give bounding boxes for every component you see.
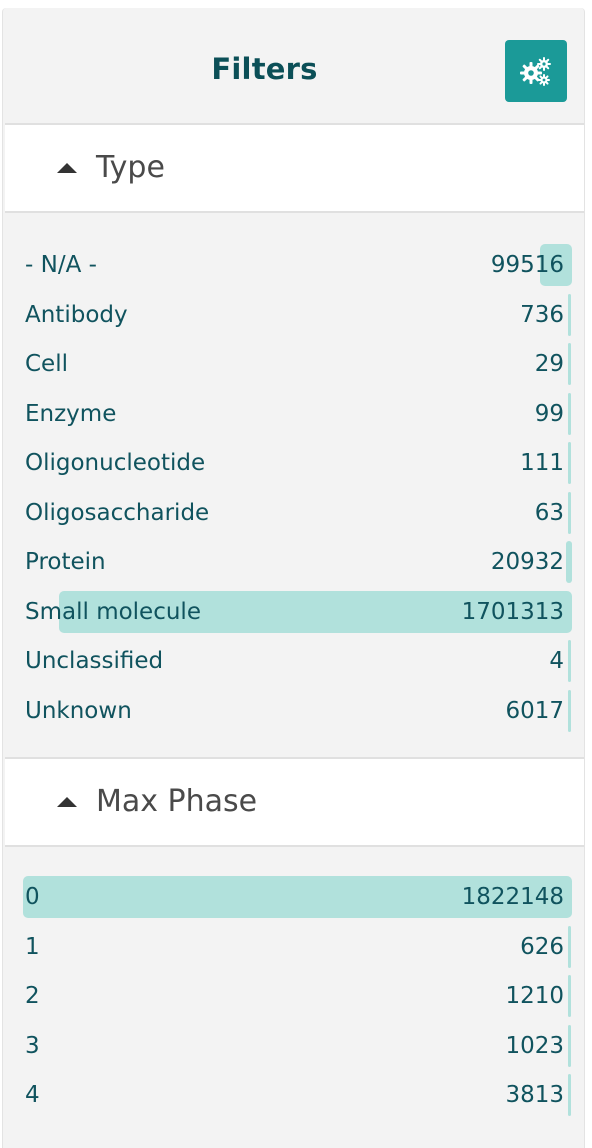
facet-count-bar [568, 294, 571, 336]
facet-count: 626 [520, 934, 564, 960]
section-title: Max Phase [96, 784, 258, 819]
section-title: Type [96, 150, 165, 185]
facet-count: 4 [549, 648, 564, 674]
facet-count: 6017 [505, 698, 564, 724]
facet-row[interactable]: 4 3813 [3, 1072, 584, 1118]
filters-panel: Filters Type - N/A - 99516 Antibody 736 … [2, 8, 585, 1148]
facet-label: 4 [25, 1082, 40, 1108]
facet-label: 3 [25, 1033, 40, 1059]
facet-count-bar [568, 1025, 571, 1067]
facet-row[interactable]: Enzyme 99 [3, 391, 584, 437]
facet-count-bar [568, 492, 571, 534]
facet-row[interactable]: 0 1822148 [3, 874, 584, 920]
facet-label: Unclassified [25, 648, 164, 674]
facet-row[interactable]: Protein 20932 [3, 539, 584, 585]
facet-row[interactable]: Antibody 736 [3, 292, 584, 338]
facet-count: 3813 [505, 1082, 564, 1108]
facet-count: 99516 [490, 252, 564, 278]
facet-row[interactable]: 1 626 [3, 924, 584, 970]
facet-count: 1701313 [461, 599, 564, 625]
facet-count: 63 [534, 500, 564, 526]
facet-count-bar [568, 640, 571, 682]
facet-row[interactable]: Oligonucleotide 111 [3, 440, 584, 486]
facet-label: Enzyme [25, 401, 117, 427]
filters-title: Filters [211, 52, 318, 86]
facet-count: 29 [534, 351, 564, 377]
facet-label: Oligosaccharide [25, 500, 210, 526]
facet-row[interactable]: 2 1210 [3, 973, 584, 1019]
facet-label: Small molecule [25, 599, 201, 625]
gears-icon [520, 57, 551, 86]
facet-count: 111 [520, 450, 564, 476]
caret-up-icon [57, 797, 77, 807]
facet-row[interactable]: Unclassified 4 [3, 638, 584, 684]
facet-row[interactable]: Small molecule 1701313 [3, 589, 584, 635]
facet-row[interactable]: Oligosaccharide 63 [3, 490, 584, 536]
caret-up-icon [57, 163, 77, 173]
facet-count-bar [568, 343, 571, 385]
facet-label: Protein [25, 549, 106, 575]
filters-header: Filters [3, 8, 584, 123]
facet-count: 1023 [505, 1033, 564, 1059]
filter-settings-button[interactable] [505, 40, 567, 102]
facet-row[interactable]: Cell 29 [3, 341, 584, 387]
facet-count-bar [568, 975, 571, 1017]
facet-count: 1822148 [461, 884, 564, 910]
facet-label: Oligonucleotide [25, 450, 206, 476]
facet-row[interactable]: Unknown 6017 [3, 688, 584, 734]
facet-label: 1 [25, 934, 40, 960]
facet-row[interactable]: - N/A - 99516 [3, 242, 584, 288]
facet-label: 2 [25, 983, 40, 1009]
facet-label: Unknown [25, 698, 132, 724]
facet-count: 20932 [490, 549, 564, 575]
facet-count-bar [568, 926, 571, 968]
facet-count-bar [568, 1074, 571, 1116]
facet-count: 99 [534, 401, 564, 427]
facet-row[interactable]: 3 1023 [3, 1023, 584, 1069]
facet-count-bar [568, 442, 571, 484]
facet-label: Cell [25, 351, 68, 377]
facet-count: 736 [520, 302, 564, 328]
facet-count-bar [568, 690, 571, 732]
facet-count: 1210 [505, 983, 564, 1009]
facet-count-bar [568, 393, 571, 435]
facet-label: 0 [25, 884, 40, 910]
facet-count-bar [565, 541, 572, 583]
section-header-type[interactable]: Type [5, 123, 584, 213]
facet-label: - N/A - [25, 252, 97, 278]
facet-label: Antibody [25, 302, 128, 328]
section-header-max-phase[interactable]: Max Phase [5, 757, 584, 847]
